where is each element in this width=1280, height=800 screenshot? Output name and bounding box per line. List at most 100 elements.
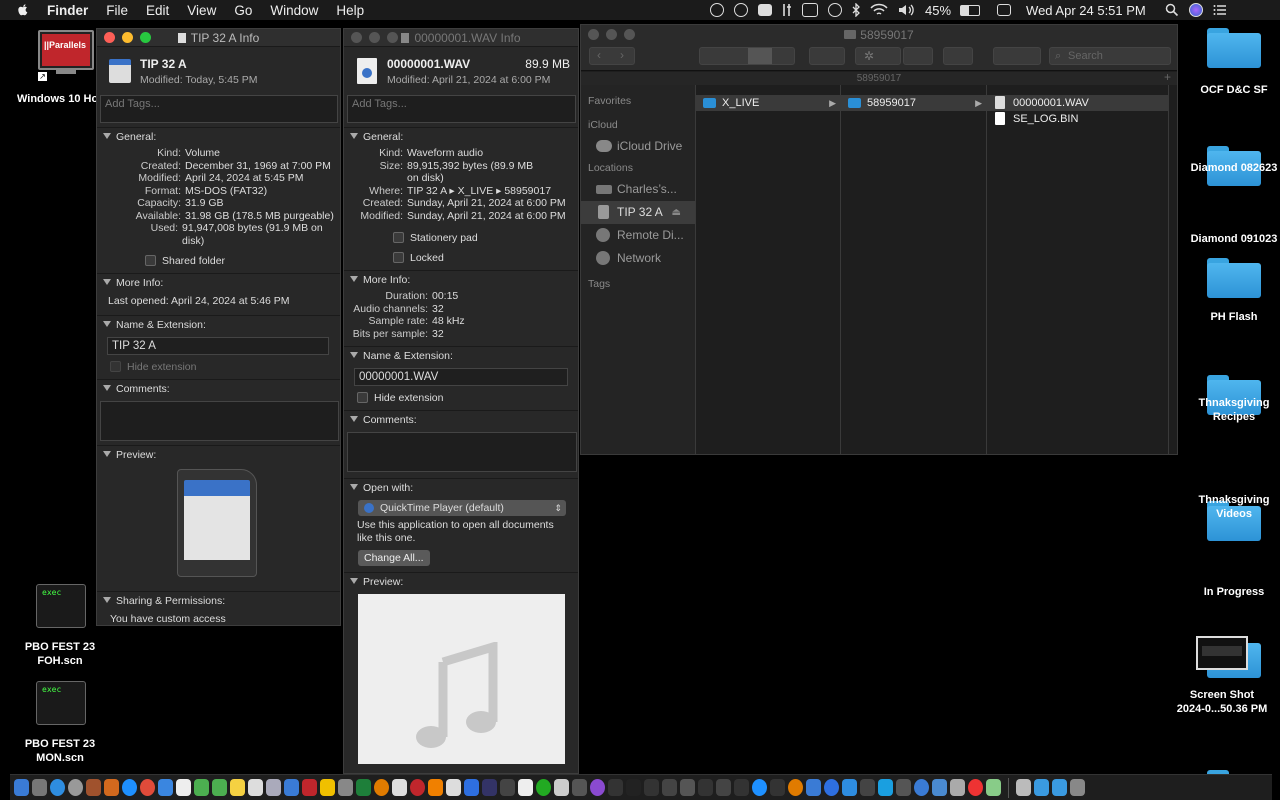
window-titlebar[interactable]: TIP 32 A Info (97, 29, 340, 47)
search-field[interactable]: ⌕ Search (1049, 47, 1171, 65)
dropbox-icon[interactable] (758, 4, 772, 16)
column-row-58959017[interactable]: 58959017 ▶ (841, 95, 986, 111)
folder-icon[interactable] (1207, 28, 1261, 68)
hide-extension-checkbox[interactable]: Hide extension (97, 355, 340, 379)
app-dock-icon[interactable] (446, 779, 461, 796)
back-forward-buttons[interactable]: ‹ › (589, 47, 635, 65)
menubar-clock[interactable]: Wed Apr 24 5:51 PM (1026, 3, 1146, 18)
app-store-dock-icon[interactable] (50, 779, 65, 796)
section-preview[interactable]: Preview: (97, 445, 340, 463)
stickies-dock-icon[interactable] (230, 779, 245, 796)
desktop-label-pbo-mon[interactable]: PBO FEST 23 MON.scn (15, 737, 105, 765)
siri-icon[interactable] (1188, 3, 1203, 17)
downloads-folder-dock-icon[interactable] (1034, 779, 1049, 796)
column-row-se-log[interactable]: SE_LOG.BIN (987, 111, 1168, 127)
desktop-folder-thanksgiving-videos[interactable]: Thnaksgiving Videos (1186, 493, 1280, 521)
airplay-icon[interactable] (802, 3, 818, 17)
app-dock-icon[interactable] (914, 779, 929, 796)
app-dock-icon[interactable] (500, 779, 515, 796)
app-dock-icon[interactable] (392, 779, 407, 796)
system-prefs-dock-icon[interactable] (32, 779, 47, 796)
trash-dock-icon[interactable] (1070, 779, 1085, 796)
add-tab-icon[interactable]: + (1164, 71, 1171, 84)
preview-dock-icon[interactable] (266, 779, 281, 796)
disclosure-triangle-icon[interactable] (350, 133, 358, 139)
disclosure-triangle-icon[interactable] (103, 385, 111, 391)
app-dock-icon[interactable] (608, 779, 623, 796)
dropbox-dock-icon[interactable] (464, 779, 479, 796)
desktop-folder-diamond-082623[interactable]: Diamond 082623 (1186, 161, 1280, 175)
tags-field[interactable]: Add Tags... (100, 95, 338, 123)
app-dock-icon[interactable] (320, 779, 335, 796)
disclosure-triangle-icon[interactable] (350, 416, 358, 422)
app-dock-icon[interactable] (158, 779, 173, 796)
disclosure-triangle-icon[interactable] (103, 133, 111, 139)
open-with-popup[interactable]: QuickTime Player (default) ⇕ (358, 500, 566, 516)
app-dock-icon[interactable] (806, 779, 821, 796)
desktop-folder-diamond-091023[interactable]: Diamond 091023 (1186, 232, 1280, 246)
spotlight-search-icon[interactable] (1165, 3, 1179, 17)
volume-icon[interactable] (898, 3, 916, 17)
section-name-extension[interactable]: Name & Extension: (97, 315, 340, 333)
group-by-button[interactable] (809, 47, 845, 65)
app-dock-icon[interactable] (590, 779, 605, 796)
app-dock-icon[interactable] (932, 779, 947, 796)
sidebar-item-charles[interactable]: Charles’s... (581, 178, 695, 201)
section-comments[interactable]: Comments: (97, 379, 340, 397)
app-dock-icon[interactable] (896, 779, 911, 796)
menu-view[interactable]: View (178, 3, 225, 18)
close-button[interactable] (104, 32, 115, 43)
dropbox-toolbar-button[interactable] (993, 47, 1041, 65)
battery-icon[interactable] (960, 4, 981, 16)
app-dock-icon[interactable] (428, 779, 443, 796)
desktop-screenshot-label2[interactable]: 2024-0...50.36 PM (1166, 702, 1278, 716)
section-open-with[interactable]: Open with: (344, 478, 578, 496)
finder-dock-icon[interactable] (14, 779, 29, 796)
app-dock-icon[interactable] (626, 779, 641, 796)
exec-file-icon[interactable]: exec (36, 681, 86, 725)
sidebar-item-tip32a[interactable]: TIP 32 A ⏏ (581, 201, 695, 224)
app-dock-icon[interactable] (968, 779, 983, 796)
zoom-button[interactable] (387, 32, 398, 43)
desktop-screenshot-label1[interactable]: Screen Shot (1166, 688, 1278, 702)
chrome-dock-icon[interactable] (140, 779, 155, 796)
section-more-info[interactable]: More Info: (97, 273, 340, 291)
section-sharing[interactable]: Sharing & Permissions: (97, 591, 340, 609)
sidebar-item-network[interactable]: Network (581, 247, 695, 270)
section-more-info[interactable]: More Info: (344, 270, 578, 288)
desktop-label-pbo-foh[interactable]: PBO FEST 23 FOH.scn (15, 640, 105, 668)
calendar-dock-icon[interactable] (176, 779, 191, 796)
acrobat-dock-icon[interactable] (302, 779, 317, 796)
apple-menu-icon[interactable] (16, 3, 30, 17)
menu-file[interactable]: File (97, 3, 137, 18)
app-dock-icon[interactable] (950, 779, 965, 796)
disclosure-triangle-icon[interactable] (103, 451, 111, 457)
app-dock-icon[interactable] (572, 779, 587, 796)
menu-go[interactable]: Go (225, 3, 261, 18)
section-name-extension[interactable]: Name & Extension: (344, 346, 578, 364)
change-all-button[interactable]: Change All... (358, 550, 430, 566)
desktop-folder-in-progress[interactable]: In Progress (1186, 585, 1280, 599)
app-dock-icon[interactable] (842, 779, 857, 796)
app-dock-icon[interactable] (482, 779, 497, 796)
disclosure-triangle-icon[interactable] (350, 276, 358, 282)
forward-chevron-icon[interactable]: › (620, 48, 624, 62)
bluetooth-icon[interactable] (852, 2, 860, 18)
column-row-x-live[interactable]: X_LIVE ▶ (696, 95, 840, 111)
disclosure-triangle-icon[interactable] (103, 597, 111, 603)
tools-icon[interactable] (782, 3, 792, 17)
documents-folder-dock-icon[interactable] (1052, 779, 1067, 796)
desktop-label-windows10[interactable]: Windows 10 Ho (17, 92, 98, 106)
facetime-dock-icon[interactable] (212, 779, 227, 796)
app-dock-icon[interactable] (410, 779, 425, 796)
app-dock-icon[interactable] (536, 779, 551, 796)
app-dock-icon[interactable] (770, 779, 785, 796)
column-row-wav[interactable]: 00000001.WAV (987, 95, 1168, 111)
exec-file-icon[interactable]: exec (36, 584, 86, 628)
comments-textarea[interactable] (100, 401, 339, 441)
notes-dock-icon[interactable] (86, 779, 101, 796)
safari-dock-icon[interactable] (122, 779, 137, 796)
stationery-checkbox[interactable]: Stationery pad (344, 222, 578, 248)
minimize-button[interactable] (122, 32, 133, 43)
app-dock-icon[interactable] (824, 779, 839, 796)
